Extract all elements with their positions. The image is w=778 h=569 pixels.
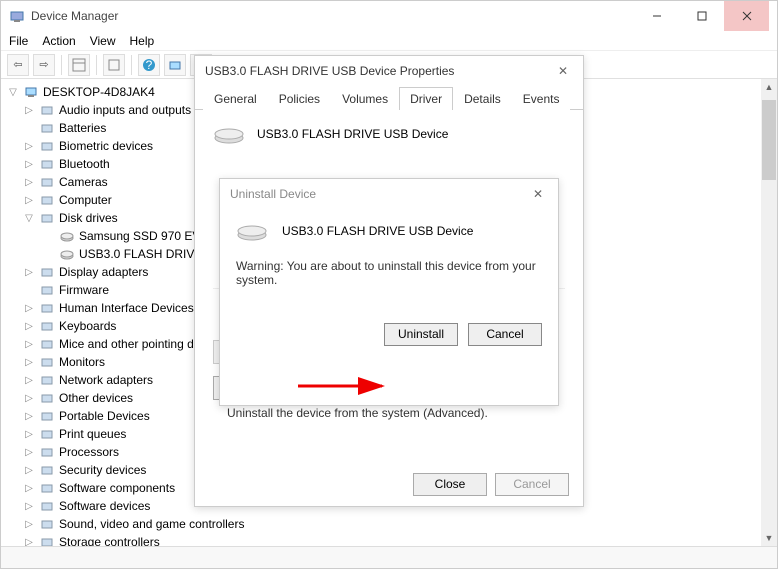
close-button[interactable] [724,1,769,31]
tree-item[interactable]: ▷Sound, video and game controllers [1,515,777,533]
close-button[interactable]: Close [413,473,487,496]
device-category-icon [39,354,55,370]
device-category-icon [39,120,55,136]
scroll-up-icon[interactable]: ▲ [761,79,777,95]
device-category-icon [39,426,55,442]
help-icon[interactable]: ? [138,54,160,76]
device-category-icon [39,156,55,172]
uninstall-desc: Uninstall the device from the system (Ad… [227,406,488,420]
disk-icon [59,228,75,244]
separator [61,55,62,75]
device-category-icon [39,138,55,154]
toolbar-btn-3[interactable] [164,54,186,76]
dialog-title: USB3.0 FLASH DRIVE USB Device Properties [205,64,454,78]
device-category-icon [39,318,55,334]
maximize-button[interactable] [679,1,724,31]
dialog-footer: Close Cancel [413,473,569,496]
device-category-icon [39,300,55,316]
device-category-icon [39,444,55,460]
svg-text:?: ? [146,58,153,72]
dialog-titlebar[interactable]: USB3.0 FLASH DRIVE USB Device Properties… [195,56,583,86]
separator [96,55,97,75]
tab-details[interactable]: Details [453,87,512,110]
device-category-icon [39,192,55,208]
tab-general[interactable]: General [203,87,268,110]
menubar: File Action View Help [1,31,777,51]
titlebar: Device Manager [1,1,777,31]
tab-events[interactable]: Events [512,87,571,110]
drive-icon [236,221,268,241]
device-category-icon [39,282,55,298]
menu-help[interactable]: Help [130,34,155,48]
scrollbar[interactable]: ▲ ▼ [761,79,777,546]
confirm-title: Uninstall Device [230,187,316,201]
window-controls [634,1,769,31]
menu-view[interactable]: View [90,34,116,48]
app-icon [9,8,25,24]
window-title: Device Manager [31,9,634,23]
device-category-icon [39,516,55,532]
confirm-device-name: USB3.0 FLASH DRIVE USB Device [282,224,473,238]
device-category-icon [39,336,55,352]
tab-volumes[interactable]: Volumes [331,87,399,110]
drive-icon [213,124,245,144]
device-category-icon [39,210,55,226]
menu-action[interactable]: Action [42,34,75,48]
statusbar [1,546,777,568]
tab-policies[interactable]: Policies [268,87,331,110]
cancel-button: Cancel [495,473,569,496]
warning-text: Warning: You are about to uninstall this… [236,259,542,287]
device-category-icon [39,462,55,478]
scroll-thumb[interactable] [762,100,776,180]
confirm-close-icon[interactable]: ✕ [528,184,548,204]
tab-strip: General Policies Volumes Driver Details … [195,86,583,110]
device-category-icon [39,390,55,406]
device-category-icon [39,498,55,514]
scroll-down-icon[interactable]: ▼ [761,530,777,546]
confirm-titlebar[interactable]: Uninstall Device ✕ [220,179,558,209]
tab-driver[interactable]: Driver [399,87,453,110]
minimize-button[interactable] [634,1,679,31]
device-category-icon [39,534,55,546]
menu-file[interactable]: File [9,34,28,48]
computer-icon [23,84,39,100]
device-category-icon [39,264,55,280]
toolbar-btn-1[interactable] [68,54,90,76]
device-category-icon [39,480,55,496]
disk-icon [59,246,75,262]
device-category-icon [39,102,55,118]
dialog-close-icon[interactable]: ✕ [553,61,573,81]
device-category-icon [39,174,55,190]
forward-button[interactable]: ⇨ [33,54,55,76]
device-category-icon [39,408,55,424]
back-button[interactable]: ⇦ [7,54,29,76]
separator [131,55,132,75]
cancel-button[interactable]: Cancel [468,323,542,346]
tree-item[interactable]: ▷Storage controllers [1,533,777,546]
uninstall-button[interactable]: Uninstall [384,323,458,346]
device-name: USB3.0 FLASH DRIVE USB Device [257,127,448,141]
device-category-icon [39,372,55,388]
toolbar-btn-2[interactable] [103,54,125,76]
uninstall-confirm-dialog: Uninstall Device ✕ USB3.0 FLASH DRIVE US… [219,178,559,406]
